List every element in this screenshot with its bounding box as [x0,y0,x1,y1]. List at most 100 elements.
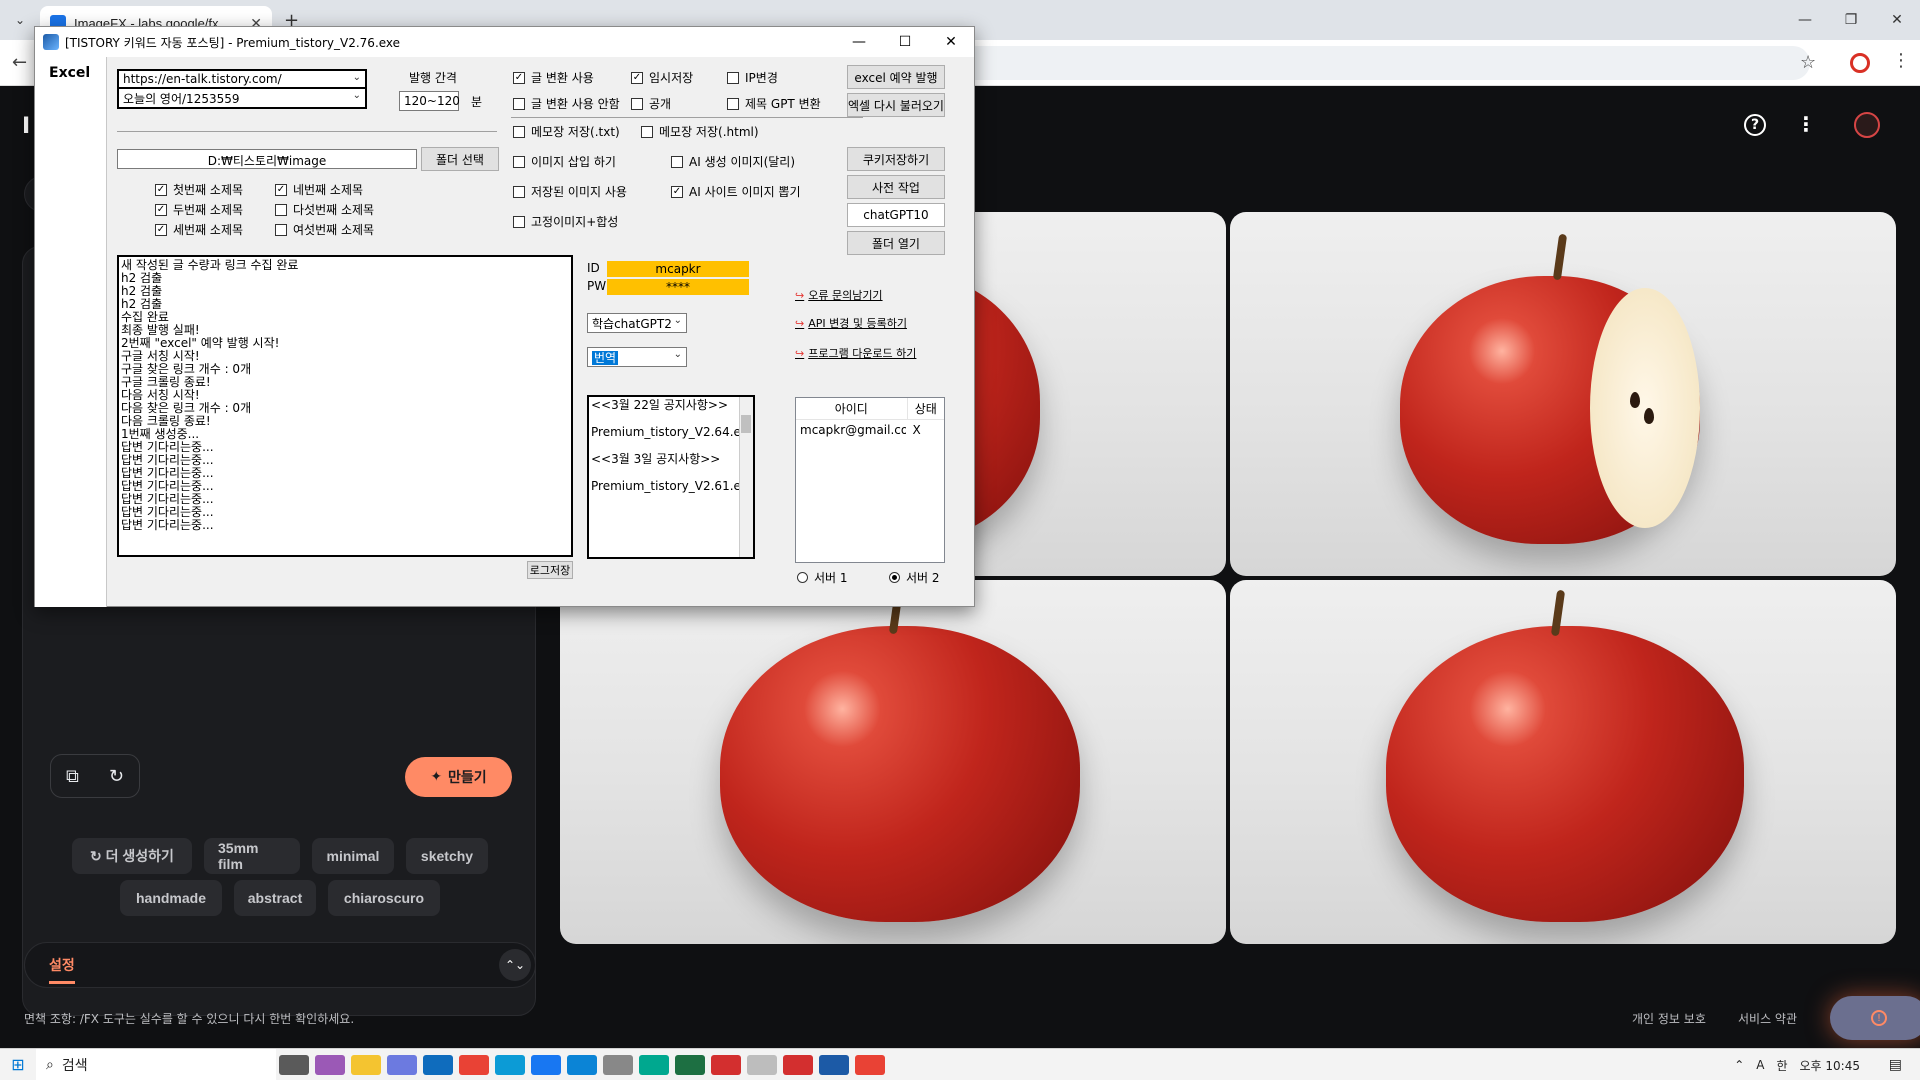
table-row[interactable]: mcapkr@gmail.com X [796,420,944,440]
chip-handmade[interactable]: handmade [120,880,222,916]
ime-hangul-icon[interactable]: 한 [1776,1057,1787,1074]
excel-reserve-button[interactable]: excel 예약 발행 [847,65,945,89]
checkbox[interactable]: ✓ [671,185,683,198]
chip-minimal[interactable]: minimal [312,838,394,874]
checkbox[interactable] [275,223,287,236]
log-save-button[interactable]: 로그저장 [527,561,573,579]
memo-txt-check[interactable]: 메모장 저장(.txt) [513,123,620,140]
subtitle-3-check[interactable]: ✓ 세번째 소제목 [155,221,243,238]
make-button[interactable]: ✦ 만들기 [405,757,512,797]
task-view-icon[interactable] [279,1054,309,1075]
program-download-link[interactable]: ↪ 프로그램 다운로드 하기 [795,345,916,361]
title-gpt-check[interactable]: 제목 GPT 변환 [727,95,821,112]
blog-url-combo[interactable]: https://en-talk.tistory.com/ ⌄ [117,69,367,89]
checkbox[interactable] [631,97,643,110]
radio-button[interactable] [889,572,900,583]
server-1-radio[interactable]: 서버 1 [797,569,848,586]
memo-html-check[interactable]: 메모장 저장(.html) [641,123,759,140]
ip-change-check[interactable]: IP변경 [727,69,778,86]
checkbox[interactable]: ✓ [275,183,287,196]
excel-tab[interactable]: Excel [35,57,107,607]
checkbox[interactable] [513,97,525,110]
folder-select-button[interactable]: 폴더 선택 [421,147,499,171]
checkbox[interactable] [513,185,525,198]
checkbox[interactable]: ✓ [155,223,167,236]
rewrite-no-check[interactable]: 글 변환 사용 안함 [513,95,620,112]
app-icon[interactable] [783,1054,813,1075]
chatgpt-field[interactable]: chatGPT10 [847,203,945,227]
public-check[interactable]: 공개 [631,95,671,112]
temp-save-check[interactable]: ✓ 임시저장 [631,69,693,86]
checkbox[interactable] [641,125,653,138]
generated-image-3[interactable] [560,580,1226,944]
category-combo[interactable]: 오늘의 영어/1253559 ⌄ [117,89,367,109]
subtitle-2-check[interactable]: ✓ 두번째 소제목 [155,201,243,218]
scroll-thumb[interactable] [741,415,751,433]
more-vert-icon[interactable]: ⋮ [1796,112,1816,136]
chrome-icon[interactable] [459,1054,489,1075]
profile-avatar[interactable] [1854,112,1880,138]
app-minimize-button[interactable]: — [836,27,882,57]
windows-start-icon[interactable]: ⊞ [0,1049,36,1080]
checkbox[interactable] [513,155,525,168]
checkbox[interactable] [275,203,287,216]
subtitle-4-check[interactable]: ✓ 네번째 소제목 [275,181,363,198]
settings-bar[interactable]: 설정 ⌃⌄ [24,942,536,988]
rewrite-check[interactable]: ✓ 글 변환 사용 [513,69,594,86]
app-icon[interactable] [603,1054,633,1075]
copilot-icon[interactable] [315,1054,345,1075]
image-folder-path[interactable]: D:₩티스토리₩image [117,149,417,169]
app-icon[interactable] [747,1054,777,1075]
checkbox[interactable] [727,71,739,84]
img-insert-check[interactable]: 이미지 삽입 하기 [513,153,616,170]
app-icon[interactable] [711,1054,741,1075]
checkbox[interactable] [513,125,525,138]
tistory-app-icon[interactable] [819,1054,849,1075]
copy-icon[interactable]: ⧉ [66,766,79,787]
privacy-link[interactable]: 개인 정보 보호 [1632,1010,1706,1027]
log-output[interactable]: 새 작성된 글 수량과 링크 수집 완료 h2 검출 h2 검출 h2 검출 수… [117,255,573,557]
excel-reload-button[interactable]: 엑셀 다시 불러오기 [847,93,945,117]
notification-icon[interactable]: ▤ [1889,1057,1902,1073]
api-change-link[interactable]: ↪ API 변경 및 등록하기 [795,315,907,331]
interval-input[interactable]: 120~120 [399,91,460,111]
edge-icon[interactable] [495,1054,525,1075]
chip-sketchy[interactable]: sketchy [406,838,488,874]
generated-image-2[interactable] [1230,212,1896,576]
store-icon[interactable] [567,1054,597,1075]
settings-tab[interactable]: 설정 [49,955,75,984]
app-maximize-button[interactable]: ☐ [882,27,928,57]
checkbox[interactable]: ✓ [155,203,167,216]
subtitle-5-check[interactable]: 다섯번째 소제목 [275,201,374,218]
feedback-button[interactable]: ! [1830,996,1920,1040]
checkbox[interactable] [671,155,683,168]
ime-icon[interactable]: A [1756,1058,1764,1072]
excel-icon[interactable] [675,1054,705,1075]
checkbox[interactable]: ✓ [631,71,643,84]
minimize-button[interactable]: — [1782,0,1828,40]
radio-button[interactable] [797,572,808,583]
outlook-icon[interactable] [423,1054,453,1075]
checkbox[interactable]: ✓ [513,71,525,84]
expand-icon[interactable]: ⌃⌄ [499,949,531,981]
file-explorer-icon[interactable] [351,1054,381,1075]
account-list[interactable]: 아이디 상태 mcapkr@gmail.com X [795,397,945,563]
close-button[interactable]: ✕ [1874,0,1920,40]
language-combo[interactable]: 번역 ⌄ [587,347,687,367]
subtitle-6-check[interactable]: 여섯번째 소제목 [275,221,374,238]
terms-link[interactable]: 서비스 약관 [1738,1010,1797,1027]
error-inquiry-link[interactable]: ↪ 오류 문의남기기 [795,287,883,303]
extension-icon[interactable] [1850,53,1870,73]
app-close-button[interactable]: ✕ [928,27,974,57]
subtitle-1-check[interactable]: ✓ 첫번째 소제목 [155,181,243,198]
notice-board[interactable]: <<3월 22일 공지사항>> Premium_tistory_V2.64.ex… [587,395,755,559]
taskbar-search[interactable]: ⌕ 검색 [36,1048,276,1080]
pw-field[interactable]: **** [607,279,749,295]
folder-open-button[interactable]: 폴더 열기 [847,231,945,255]
tray-chevron-icon[interactable]: ⌃ [1734,1058,1744,1072]
app-icon[interactable] [639,1054,669,1075]
bookmark-star-icon[interactable]: ☆ [1800,52,1816,73]
ai-site-check[interactable]: ✓ AI 사이트 이미지 뽑기 [671,183,801,200]
browser-menu-icon[interactable]: ⋮ [1892,50,1910,71]
cookie-save-button[interactable]: 쿠키저장하기 [847,147,945,171]
